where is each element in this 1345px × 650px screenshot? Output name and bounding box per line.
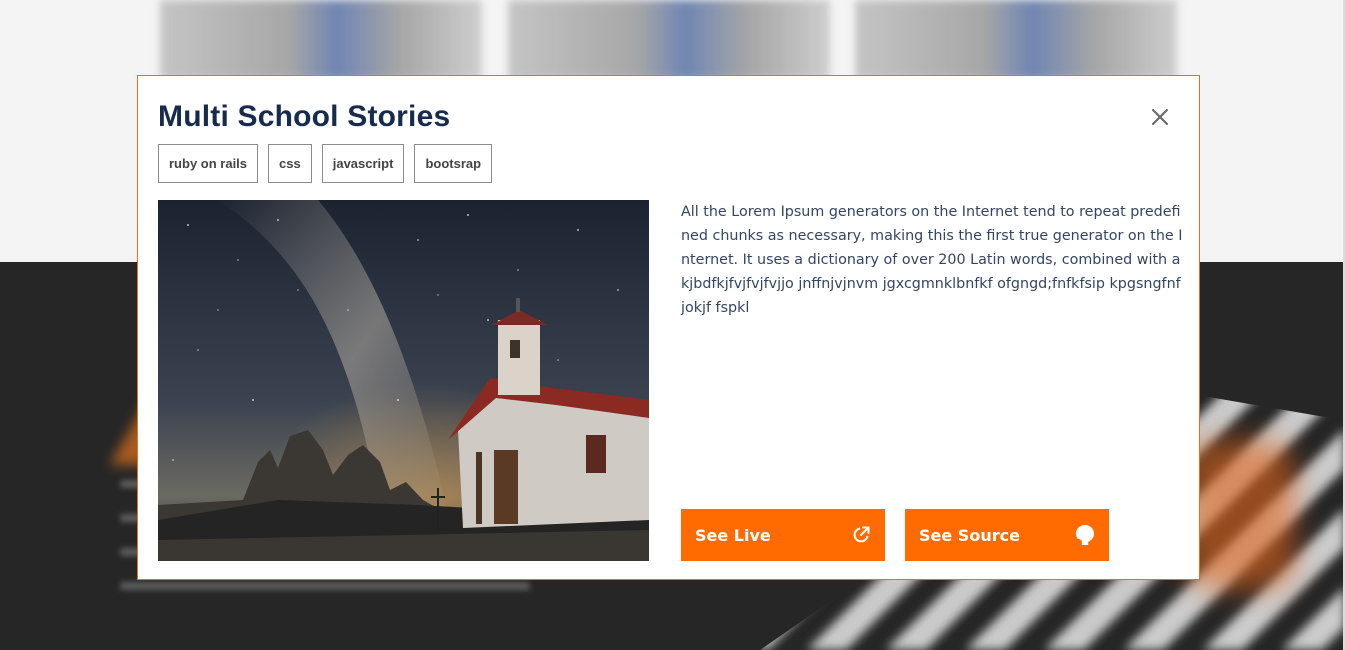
tech-tag-list: ruby on rails css javascript bootsrap bbox=[158, 144, 493, 183]
background-project-card bbox=[508, 0, 830, 80]
github-icon bbox=[1075, 524, 1095, 546]
tech-tag: css bbox=[268, 144, 312, 183]
background-project-card bbox=[855, 0, 1177, 80]
tech-tag: bootsrap bbox=[414, 144, 493, 183]
see-source-button[interactable]: See Source bbox=[905, 509, 1109, 561]
tech-tag: ruby on rails bbox=[158, 144, 259, 183]
close-button[interactable] bbox=[1148, 105, 1172, 129]
project-modal: Multi School Stories ruby on rails css j… bbox=[137, 75, 1200, 580]
modal-title: Multi School Stories bbox=[158, 100, 451, 133]
night-sky-chapel-illustration bbox=[158, 200, 649, 561]
see-live-label: See Live bbox=[695, 525, 771, 545]
background-decoration bbox=[1185, 440, 1295, 590]
see-source-label: See Source bbox=[919, 525, 1020, 545]
external-link-icon bbox=[851, 525, 871, 545]
background-project-card bbox=[160, 0, 482, 80]
tech-tag: javascript bbox=[321, 144, 405, 183]
close-icon bbox=[1151, 108, 1169, 126]
see-live-button[interactable]: See Live bbox=[681, 509, 885, 561]
project-description: All the Lorem Ipsum generators on the In… bbox=[681, 204, 1183, 316]
project-screenshot-image bbox=[158, 200, 649, 561]
